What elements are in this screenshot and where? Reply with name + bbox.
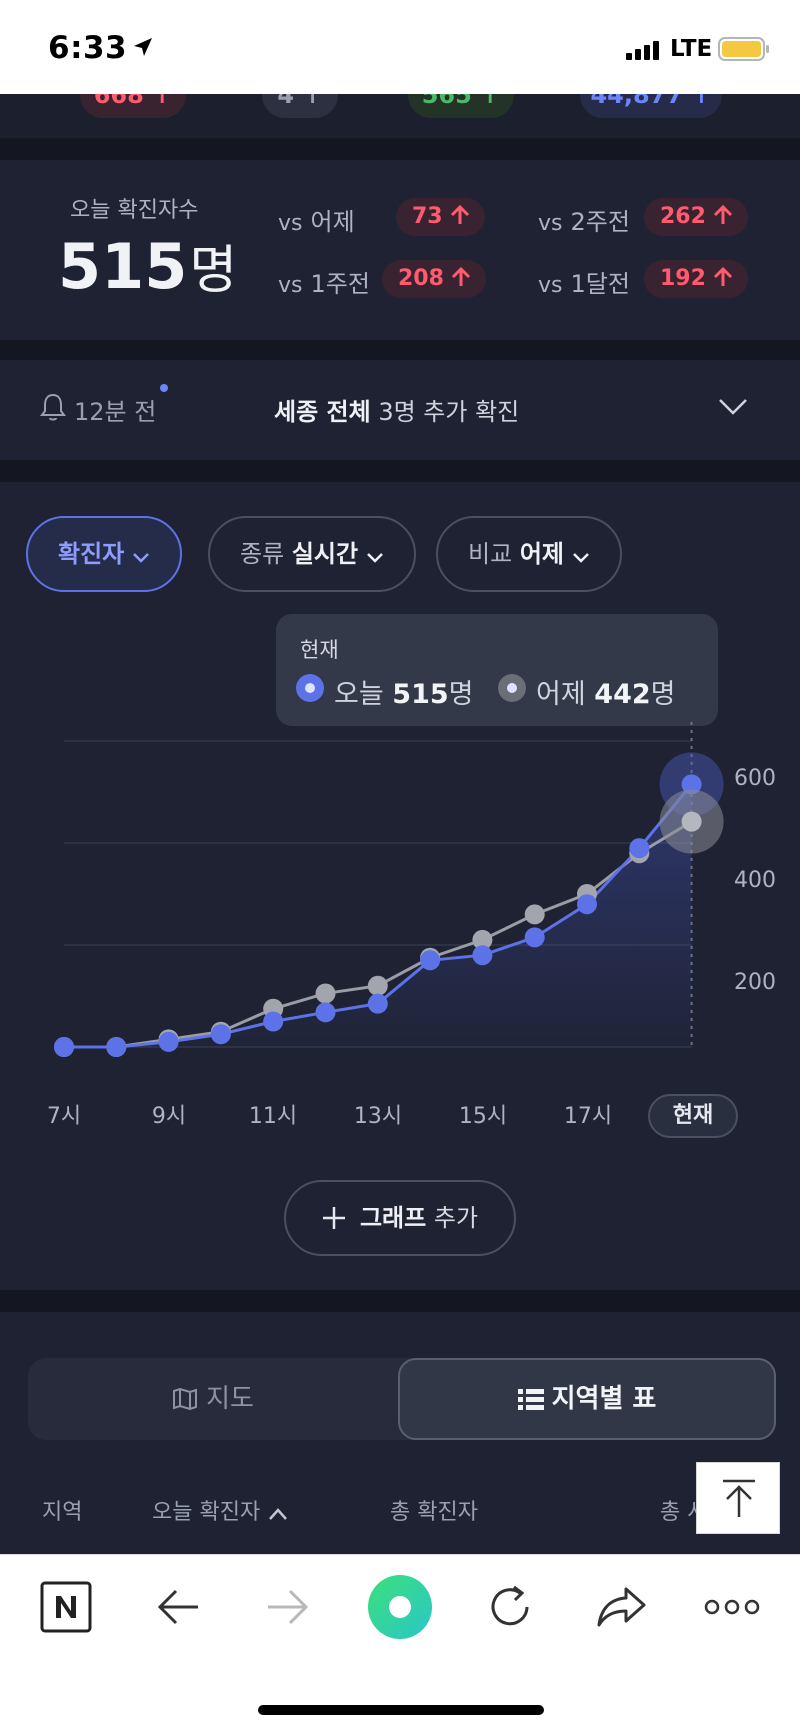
summary-stats-row: 668 ↑ 4 ↑ 565 ↑ 44,877 ↑ [0,94,800,138]
today-point [367,993,388,1014]
scroll-to-top-button[interactable] [696,1462,780,1534]
stat-pill: 565 ↑ [408,94,514,118]
map-tab[interactable]: 지도 [28,1358,398,1440]
back-arrow-icon[interactable] [156,1587,200,1631]
chart-tooltip: 현재 오늘 515명 어제 442명 [276,614,718,726]
today-point [106,1037,127,1057]
forward-arrow-icon[interactable] [266,1587,310,1631]
x-tick-label: 15시 [458,1104,508,1129]
chevron-down-icon [133,553,150,563]
section-divider [0,1290,800,1312]
y-tick-label: 200 [734,970,776,995]
confirmed-line-chart[interactable] [0,722,800,1092]
arrow-up-icon [713,204,732,224]
arrow-up-icon [451,266,470,286]
x-tick-label: 9시 [151,1104,187,1129]
x-tick-current[interactable]: 현재 [648,1094,738,1138]
chevron-down-icon[interactable] [718,398,748,420]
naver-home-icon[interactable] [40,1581,92,1637]
map-icon [173,1387,198,1411]
status-time: 6:33 [48,30,128,66]
today-point [629,838,650,859]
today-point [54,1037,74,1057]
status-bar: 6:33 LTE [0,0,800,94]
column-header-today[interactable]: 오늘 확진자 [152,1494,288,1526]
y-tick-label: 600 [734,766,776,791]
today-label: 오늘 확진자수 [70,198,199,223]
x-tick-label: 17시 [563,1104,613,1129]
yesterday-point [315,983,336,1004]
today-point [315,1002,336,1023]
x-tick-label: 7시 [46,1104,82,1129]
today-point [524,927,545,948]
yesterday-point [367,975,388,996]
update-time: 12분 전 [74,398,157,426]
yesterday-current-point [681,811,702,832]
chevron-up-icon [269,1508,288,1520]
list-icon [517,1389,544,1410]
compare-1month-badge: 192 [644,260,748,298]
today-point [577,894,597,915]
compare-yesterday-badge: 73 [396,198,485,236]
today-point [472,945,493,966]
today-confirmed-card: 오늘 확진자수 515명 vs 어제 73 vs 2주전 262 vs 1주전 208… [0,160,800,340]
green-dot-icon[interactable] [366,1573,434,1645]
x-tick-label: 11시 [248,1104,298,1129]
arrow-up-icon [713,266,732,286]
compare-2weeks-badge: 262 [644,198,748,236]
compare-filter[interactable]: 비교 어제 [436,516,622,592]
new-indicator-dot [160,384,168,392]
battery-icon [718,37,770,65]
signal-icon [626,40,660,64]
tooltip-yesterday: 어제 442명 [536,679,676,710]
share-icon[interactable] [596,1585,648,1633]
type-filter[interactable]: 종류 실시간 [208,516,417,592]
update-message: 세종 전체 3명 추가 확진 [274,398,520,426]
stat-pill: 44,877 ↑ [580,94,722,118]
chevron-down-icon [573,553,589,563]
stat-pill: 668 ↑ [80,94,186,118]
bell-icon [40,392,66,426]
compare-2weeks-label: vs 2주전 [538,208,630,236]
yesterday-legend-dot [498,674,526,702]
section-divider [0,138,800,160]
arrow-up-icon [450,204,469,224]
add-graph-button[interactable]: 그래프 추가 [284,1180,516,1256]
metric-filter[interactable]: 확진자 [26,516,183,592]
latest-update-row[interactable]: 12분 전 세종 전체 3명 추가 확진 [0,360,800,460]
column-header-region[interactable]: 지역 [42,1494,82,1526]
y-tick-label: 400 [734,868,776,893]
network-type: LTE [670,36,713,62]
today-point [420,950,441,971]
refresh-icon[interactable] [486,1583,534,1635]
more-menu-icon[interactable] [704,1597,760,1621]
section-divider [0,340,800,360]
arrow-up-to-top-icon [723,1479,755,1517]
view-toggle: 지도 지역별 표 [28,1358,776,1440]
today-point [158,1031,179,1052]
today-legend-dot [296,674,324,702]
today-count: 515명 [58,230,238,303]
stat-pill: 4 ↑ [262,94,338,118]
yesterday-point [524,904,545,925]
today-point [263,1011,284,1032]
today-point [210,1024,231,1045]
plus-icon [322,1207,345,1229]
chevron-down-icon [367,553,383,563]
compare-1month-label: vs 1달전 [538,270,630,298]
home-indicator [258,1705,544,1715]
region-table-tab[interactable]: 지역별 표 [398,1358,776,1440]
location-arrow-icon [132,36,154,62]
tooltip-today: 오늘 515명 [334,679,474,710]
browser-toolbar [0,1554,800,1733]
chart-section: 확진자 종류 실시간 비교 어제 현재 오늘 515명 어제 442명 600 … [0,482,800,1290]
region-section: 지도 지역별 표 지역 오늘 확진자 총 확진자 총 사 [0,1312,800,1554]
tooltip-title: 현재 [300,638,339,662]
compare-1week-label: vs 1주전 [278,270,370,298]
compare-1week-badge: 208 [382,260,486,298]
section-divider [0,460,800,482]
compare-yesterday-label: vs 어제 [278,208,355,236]
column-header-total[interactable]: 총 확진자 [390,1494,478,1526]
x-tick-label: 13시 [353,1104,403,1129]
